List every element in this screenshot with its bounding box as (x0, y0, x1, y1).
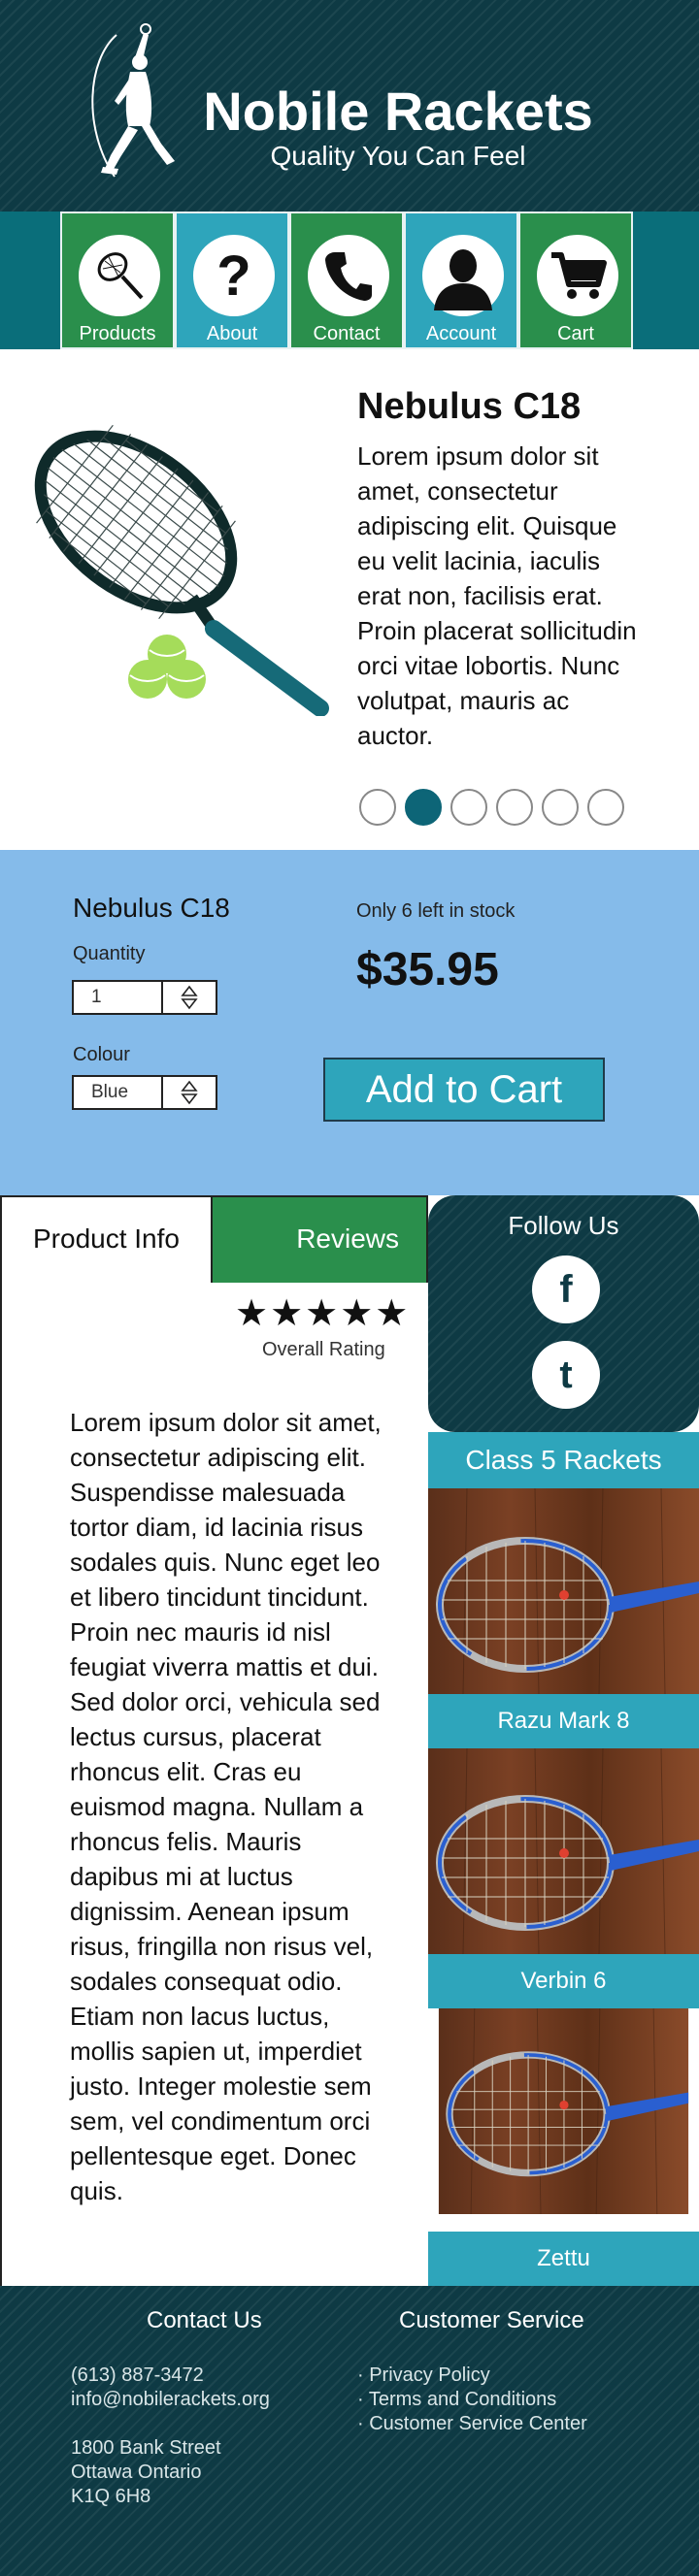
tab-reviews[interactable]: Reviews (211, 1195, 428, 1283)
nav-about-icon-circle: ? (193, 235, 275, 316)
main-nav: Products ? About Contact Account Cart (0, 212, 699, 349)
purchase-product-name: Nebulus C18 (73, 893, 230, 923)
facebook-icon[interactable]: f (532, 1255, 600, 1323)
tumblr-icon[interactable]: t (532, 1341, 600, 1409)
carousel-dot-3[interactable] (450, 789, 487, 826)
contact-us-heading: Contact Us (147, 2307, 262, 2333)
racket-icon (97, 252, 144, 300)
quantity-spin-icon[interactable] (161, 982, 216, 1013)
contact-address-line-1: 1800 Bank Street (71, 2437, 221, 2459)
rating-label: Overall Rating (262, 1339, 385, 1360)
product-name: Nebulus C18 (357, 386, 582, 427)
racket-label-1[interactable]: Razu Mark 8 (428, 1694, 699, 1748)
purchase-section: Nebulus C18 Quantity 1 Colour Blue Only … (0, 850, 699, 1195)
privacy-policy-link[interactable]: · Privacy Policy (357, 2364, 490, 2388)
racket-thumbnail-1[interactable] (428, 1488, 699, 1694)
add-to-cart-button[interactable]: Add to Cart (323, 1058, 605, 1122)
customer-service-heading: Customer Service (399, 2307, 584, 2333)
nav-contact[interactable]: Contact (289, 212, 404, 349)
colour-spin-icon[interactable] (161, 1077, 216, 1108)
site-tagline: Quality You Can Feel (270, 141, 526, 171)
site-title[interactable]: Nobile Rackets (194, 80, 602, 144)
svg-text:?: ? (216, 246, 250, 305)
product-info-text: Lorem ipsum dolor sit amet, consectetur … (70, 1408, 382, 2205)
nav-cart-label: Cart (557, 323, 594, 344)
terms-and-conditions-link[interactable]: · Terms and Conditions (357, 2388, 556, 2412)
nav-contact-label: Contact (313, 323, 381, 344)
product-description: Lorem ipsum dolor sit amet, consectetur … (357, 441, 637, 750)
contact-address-line-3: K1Q 6H8 (71, 2486, 151, 2507)
quantity-value: 1 (91, 987, 102, 1007)
product-info-section: Product Info Reviews ★★★★★ Overall Ratin… (0, 1195, 428, 2286)
phone-icon (325, 252, 372, 301)
racket-label-2[interactable]: Verbin 6 (428, 1954, 699, 2008)
nav-products[interactable]: Products (60, 212, 175, 349)
product-info-panel: ★★★★★ Overall Rating Lorem ipsum dolor s… (0, 1283, 428, 2286)
rating-stars: ★★★★★ (235, 1293, 411, 1334)
contact-address-line-2: Ottawa Ontario (71, 2462, 202, 2483)
tab-product-info[interactable]: Product Info (0, 1195, 211, 1283)
class-5-rackets-title: Class 5 Rackets (428, 1432, 699, 1488)
nav-contact-icon-circle (308, 235, 389, 316)
colour-label: Colour (73, 1044, 130, 1065)
nav-account-label: Account (425, 323, 497, 344)
nav-account-icon-circle (422, 235, 504, 316)
follow-us-title: Follow Us (508, 1211, 619, 1240)
quantity-stepper[interactable]: 1 (72, 980, 217, 1015)
nav-products-label: Products (79, 323, 156, 344)
nav-cart-icon-circle (537, 235, 618, 316)
nav-about[interactable]: ? About (175, 212, 289, 349)
colour-select[interactable]: Blue (72, 1075, 217, 1110)
nav-about-label: About (206, 323, 258, 344)
carousel-dot-6[interactable] (587, 789, 624, 826)
carousel-dot-4[interactable] (496, 789, 533, 826)
colour-value: Blue (91, 1082, 129, 1102)
product-image[interactable] (29, 425, 340, 716)
nav-products-icon-circle (79, 235, 160, 316)
site-header: Nobile Rackets Quality You Can Feel (0, 0, 699, 212)
contact-email[interactable]: info@nobilerackets.org (71, 2388, 270, 2412)
tennis-balls-icon (128, 635, 206, 699)
nav-account[interactable]: Account (404, 212, 518, 349)
quantity-label: Quantity (73, 943, 146, 964)
product-section: Nebulus C18 Lorem ipsum dolor sit amet, … (0, 349, 699, 850)
product-price: $35.95 (356, 944, 499, 995)
racket-thumbnail-3[interactable] (428, 2008, 699, 2214)
carousel-dot-5[interactable] (542, 789, 579, 826)
contact-phone[interactable]: (613) 887-3472 (71, 2364, 204, 2388)
carousel-dot-1[interactable] (359, 789, 396, 826)
carousel-dot-2[interactable] (405, 789, 442, 826)
racket-label-3[interactable]: Zettu (428, 2232, 699, 2286)
nav-cart[interactable]: Cart (518, 212, 633, 349)
customer-service-center-link[interactable]: · Customer Service Center (357, 2412, 587, 2436)
site-footer: Contact Us (613) 887-3472 info@nobilerac… (0, 2286, 699, 2576)
racket-thumbnail-2[interactable] (428, 1748, 699, 1954)
cart-icon (551, 252, 607, 299)
question-icon: ? (216, 246, 250, 305)
user-icon (434, 249, 492, 310)
tennis-player-logo-icon[interactable] (78, 21, 184, 186)
stock-status: Only 6 left in stock (356, 900, 516, 922)
follow-us-panel: Follow Us f t (428, 1195, 699, 1432)
